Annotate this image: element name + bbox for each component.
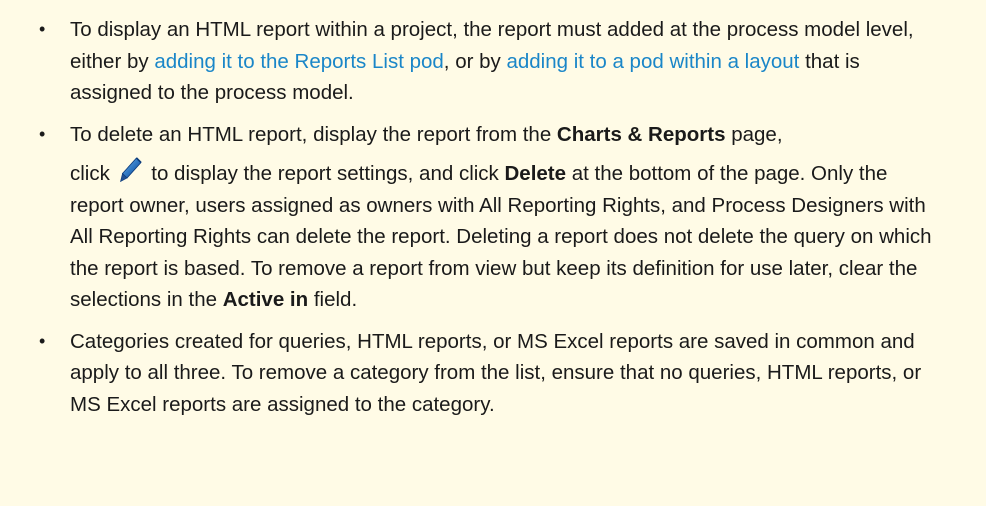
- note-text: , or by: [443, 49, 507, 73]
- notes-page: • To display an HTML report within a pro…: [0, 0, 986, 506]
- note-item-categories: • Categories created for queries, HTML r…: [36, 326, 946, 421]
- note-text: to display the report settings, and clic…: [145, 162, 505, 185]
- note-text: click: [70, 162, 116, 185]
- notes-list: • To display an HTML report within a pro…: [36, 14, 946, 420]
- reports-list-pod-link[interactable]: adding it to the Reports List pod: [154, 50, 443, 73]
- bullet: •: [39, 330, 46, 351]
- charts-reports-label: Charts & Reports: [556, 122, 726, 146]
- note-text: page,: [725, 122, 783, 146]
- note-text: field.: [308, 288, 358, 311]
- pencil-icon: [119, 156, 143, 184]
- active-in-label: Active in: [222, 288, 309, 311]
- note-text: To delete an HTML report, display the re…: [70, 122, 557, 146]
- note-item-display-report: • To display an HTML report within a pro…: [36, 14, 946, 109]
- note-continuation: click to display the report settings, an…: [70, 156, 946, 316]
- note-item-delete-report: • To delete an HTML report, display the …: [36, 119, 946, 316]
- note-text: Categories created for queries, HTML rep…: [70, 329, 922, 416]
- pod-within-layout-link[interactable]: adding it to a pod within a layout: [506, 50, 799, 73]
- bullet: •: [39, 123, 46, 144]
- bullet: •: [39, 19, 46, 39]
- delete-label: Delete: [504, 162, 567, 185]
